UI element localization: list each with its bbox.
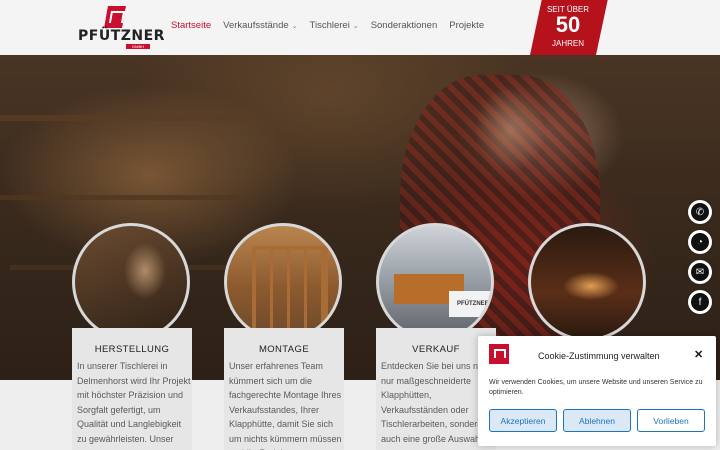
accept-button[interactable]: Akzeptieren — [489, 409, 557, 432]
hero-tool-rack — [0, 195, 240, 200]
nav-item-projekte[interactable]: Projekte — [449, 20, 484, 31]
card-image-herstellung[interactable] — [72, 223, 190, 341]
card-text: In unserer Tischlerei in Delmenhorst wir… — [77, 361, 191, 444]
site-logo[interactable]: PFÜTZNER GMBH — [76, 6, 164, 49]
chevron-down-icon: ⌄ — [352, 22, 359, 30]
card-montage: MONTAGE Unser erfahrenes Team kümmert si… — [224, 328, 344, 450]
facebook-button[interactable]: f — [688, 290, 712, 314]
nav-label: Verkaufsstände — [223, 20, 289, 31]
cookie-message: Wir verwenden Cookies, um unsere Website… — [489, 379, 703, 396]
logo-mark-icon — [104, 6, 126, 28]
logo-subtext: GMBH — [126, 44, 150, 49]
chevron-down-icon: ⌄ — [291, 22, 298, 30]
card-image-montage[interactable] — [224, 223, 342, 341]
nav-label: Sonderaktionen — [370, 20, 438, 31]
phone-button[interactable]: ✆ — [688, 200, 712, 224]
facebook-icon: f — [691, 293, 709, 311]
mail-button[interactable]: ✉ — [688, 260, 712, 284]
mail-icon: ✉ — [691, 263, 709, 281]
nav-label: Tischlerei — [309, 20, 350, 31]
nav-item-sonderaktionen[interactable]: Sonderaktionen — [371, 20, 438, 31]
preferences-button[interactable]: Vorlieben — [637, 409, 705, 432]
years-badge: SEIT ÜBER 50 JAHREN — [530, 0, 608, 55]
logo-text: PFÜTZNER — [78, 28, 165, 44]
nav-label: Startseite — [171, 20, 212, 31]
nav-item-startseite[interactable]: Startseite — [171, 20, 211, 31]
cookie-logo-icon — [489, 344, 509, 364]
hero-tool-rack — [0, 115, 260, 121]
nav-label: Projekte — [449, 20, 485, 31]
main-nav: Startseite Verkaufsstände ⌄ Tischlerei ⌄… — [171, 20, 484, 31]
whatsapp-button[interactable]: ◔ — [688, 230, 712, 254]
card-image-verkauf[interactable] — [376, 223, 494, 341]
card-title: HERSTELLUNG — [94, 344, 170, 355]
nav-item-tischlerei[interactable]: Tischlerei ⌄ — [310, 20, 359, 31]
cookie-dialog: Cookie-Zustimmung verwalten ✕ Wir verwen… — [478, 336, 716, 446]
badge-number: 50 — [555, 12, 581, 37]
phone-icon: ✆ — [691, 203, 709, 221]
badge-line3: JAHREN — [551, 39, 584, 48]
card-image-fourth[interactable] — [528, 223, 646, 341]
card-text: Unser erfahrenes Team kümmert sich um di… — [229, 361, 342, 450]
card-title: MONTAGE — [258, 344, 310, 355]
site-header: PFÜTZNER GMBH Startseite Verkaufsstände … — [0, 0, 720, 55]
close-icon[interactable]: ✕ — [694, 348, 703, 361]
nav-item-verkaufsstaende[interactable]: Verkaufsstände ⌄ — [223, 20, 297, 31]
card-herstellung: HERSTELLUNG In unserer Tischlerei in Del… — [72, 328, 192, 450]
cookie-title: Cookie-Zustimmung verwalten — [538, 351, 660, 361]
whatsapp-icon: ◔ — [691, 233, 709, 251]
reject-button[interactable]: Ablehnen — [563, 409, 631, 432]
